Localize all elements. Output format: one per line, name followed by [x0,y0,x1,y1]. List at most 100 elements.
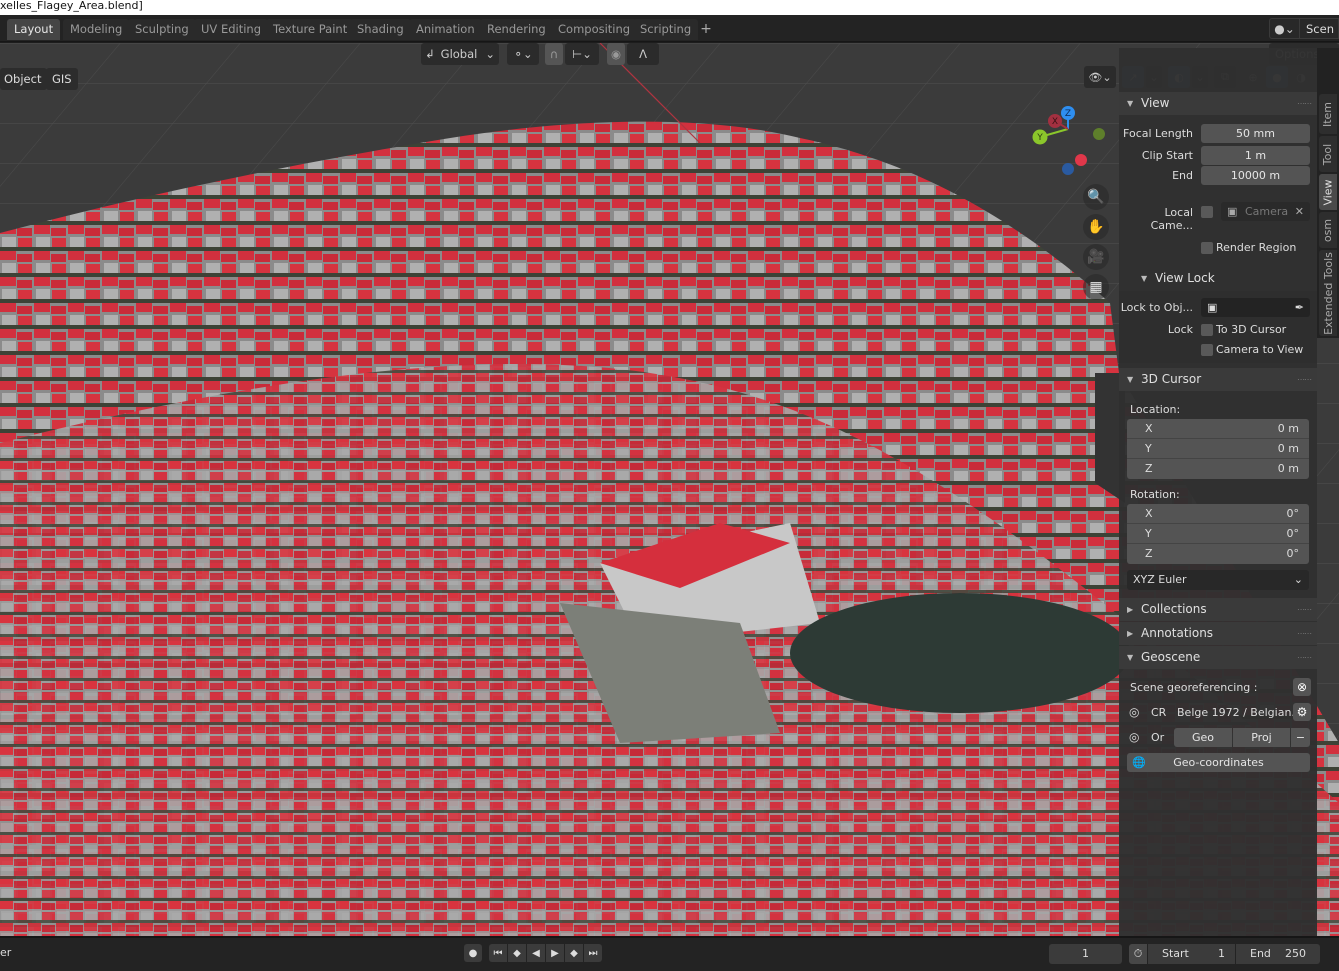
axis-label: Y [1145,442,1152,455]
end-value: 250 [1285,947,1306,960]
auto-keying-button[interactable]: ● [464,944,482,962]
drag-grip-icon[interactable]: ⋯⋯ [1297,368,1312,391]
snap-target-dropdown[interactable]: ⊢⌄ [565,43,599,65]
lock-to-3d-cursor-checkbox[interactable] [1201,324,1213,336]
tab-layout[interactable]: Layout [7,19,61,40]
scene-name: Scen [1306,21,1334,36]
drag-grip-icon[interactable]: ⋯⋯ [1297,598,1312,621]
rotation-x-field[interactable]: X 0° [1127,504,1309,524]
remove-georef-button[interactable]: ⊗ [1293,678,1311,696]
tab-uv-editing[interactable]: UV Editing [194,19,268,40]
geo-button[interactable]: Geo [1174,728,1232,747]
focal-length-field[interactable]: 50 mm [1201,124,1310,143]
sidebar-tab-extended-tools[interactable]: Extended Tools [1319,250,1337,336]
zoom-view-button[interactable]: 🔍 [1083,184,1109,210]
drag-grip-icon[interactable]: ⋯⋯ [1297,622,1312,645]
close-circle-icon: ⊗ [1296,680,1308,694]
tab-rendering[interactable]: Rendering [480,19,553,40]
collections-panel-header[interactable]: ▶ Collections ⋯⋯ [1119,598,1317,621]
local-camera-checkbox[interactable] [1201,206,1213,218]
remove-origin-button[interactable]: − [1291,728,1310,747]
jump-start-button[interactable]: ⏮ [489,944,507,962]
render-region-checkbox[interactable] [1201,242,1213,254]
end-frame-field[interactable]: End 250 [1236,944,1320,964]
play-button[interactable]: ▶ [546,944,564,962]
transform-orientation-dropdown[interactable]: ↲ Global ⌄ [421,43,499,65]
jump-end-button[interactable]: ⏭ [584,944,602,962]
tab-animation[interactable]: Animation [409,19,482,40]
view-panel-header[interactable]: ▼ View ⋯⋯ [1119,92,1317,115]
camera-to-view-checkbox[interactable] [1201,344,1213,356]
object-icon: ▣ [1207,301,1218,314]
clear-icon[interactable]: ✕ [1295,202,1304,221]
add-workspace-button[interactable]: + [698,19,714,40]
tab-label: Extended Tools [1321,251,1335,335]
axis-value: 0 m [1277,462,1299,475]
play-reverse-button[interactable]: ◀ [527,944,545,962]
camera-object-field[interactable]: Camera ▣ ✕ [1221,202,1310,221]
preview-range-toggle[interactable]: ⏱ [1129,944,1147,964]
clip-start-field[interactable]: 1 m [1201,146,1310,165]
tab-shading[interactable]: Shading [350,19,411,40]
prev-keyframe-button[interactable]: ◆ [508,944,526,962]
location-y-field[interactable]: Y 0 m [1127,439,1309,459]
play-reverse-icon: ◀ [532,947,540,959]
navigation-gizmo[interactable]: X Z Y [1025,103,1115,178]
sidebar-tab-view[interactable]: View [1319,174,1337,210]
pivot-point-dropdown[interactable]: ⚬⌄ [507,43,539,65]
axis-neg-x-handle [1075,154,1087,166]
current-frame-field[interactable]: 1 [1049,944,1122,964]
tab-modeling[interactable]: Modeling [63,19,130,40]
rotation-mode-dropdown[interactable]: XYZ Euler ⌄ [1127,570,1309,590]
proportional-icon: ◉ [610,47,622,61]
geoscene-panel-header[interactable]: ▼ Geoscene ⋯⋯ [1119,646,1317,669]
crs-target-icon[interactable]: ◎ [1129,705,1139,719]
start-frame-field[interactable]: Start 1 [1148,944,1235,964]
geo-coordinates-button[interactable]: 🌐 Geo-coordinates [1127,753,1310,772]
ortho-toggle-button[interactable]: ▦ [1083,274,1109,300]
proj-button[interactable]: Proj [1233,728,1290,747]
sidebar-tab-osm[interactable]: osm [1319,212,1337,248]
annotations-panel-header[interactable]: ▶ Annotations ⋯⋯ [1119,622,1317,645]
location-z-field[interactable]: Z 0 m [1127,459,1309,479]
crs-settings-button[interactable]: ⚙ [1293,703,1311,721]
proportional-edit-toggle[interactable]: ◉ [607,43,625,65]
3d-cursor-panel-header[interactable]: ▼ 3D Cursor ⋯⋯ [1119,368,1317,391]
camera-view-button[interactable]: 🎥 [1083,244,1109,270]
collapsed-triangle-icon: ▶ [1127,605,1134,614]
location-label: Location: [1130,403,1181,416]
axis-value: 0 m [1277,422,1299,435]
rotation-z-field[interactable]: Z 0° [1127,544,1309,564]
view-lock-subheader[interactable]: ▼ View Lock [1119,267,1317,290]
tab-label: osm [1321,218,1335,242]
drag-grip-icon[interactable]: ⋯⋯ [1297,646,1312,669]
tab-texture-paint[interactable]: Texture Paint [266,19,355,40]
expanded-triangle-icon: ▼ [1127,99,1134,108]
sidebar-tab-item[interactable]: Item [1319,94,1337,134]
origin-target-icon[interactable]: ◎ [1129,730,1139,744]
drag-grip-icon[interactable]: ⋯⋯ [1297,92,1312,115]
clip-end-field[interactable]: 10000 m [1201,166,1310,185]
falloff-dropdown[interactable]: Λ [627,43,659,65]
crs-value[interactable]: Belge 1972 / Belgian... [1177,706,1302,719]
tab-sculpting[interactable]: Sculpting [128,19,196,40]
scene-selector[interactable]: ●⌄ Scen [1269,18,1339,39]
snap-toggle[interactable]: ∩ [545,43,563,65]
gis-menu[interactable]: GIS [46,68,78,90]
sidebar-tabs: Item Tool View osm Extended Tools [1317,48,1339,338]
rotation-y-field[interactable]: Y 0° [1127,524,1309,544]
sidebar-tab-tool[interactable]: Tool [1319,136,1337,172]
collapsed-triangle-icon: ▶ [1127,629,1134,638]
visibility-dropdown[interactable]: 👁⌄ [1084,66,1116,88]
location-x-field[interactable]: X 0 m [1127,419,1309,439]
lock-object-field[interactable]: ▣ ✒ [1201,298,1310,317]
snap-increment-icon: ⊢⌄ [572,47,592,61]
tab-compositing[interactable]: Compositing [551,19,638,40]
next-keyframe-button[interactable]: ◆ [565,944,583,962]
eyedropper-icon[interactable]: ✒ [1295,298,1304,317]
object-menu[interactable]: Object [0,68,48,90]
pan-view-button[interactable]: ✋ [1083,214,1109,240]
window-title: xelles_Flagey_Area.blend] [0,0,1339,15]
tab-scripting[interactable]: Scripting [633,19,699,40]
expanded-triangle-icon: ▼ [1127,653,1134,662]
